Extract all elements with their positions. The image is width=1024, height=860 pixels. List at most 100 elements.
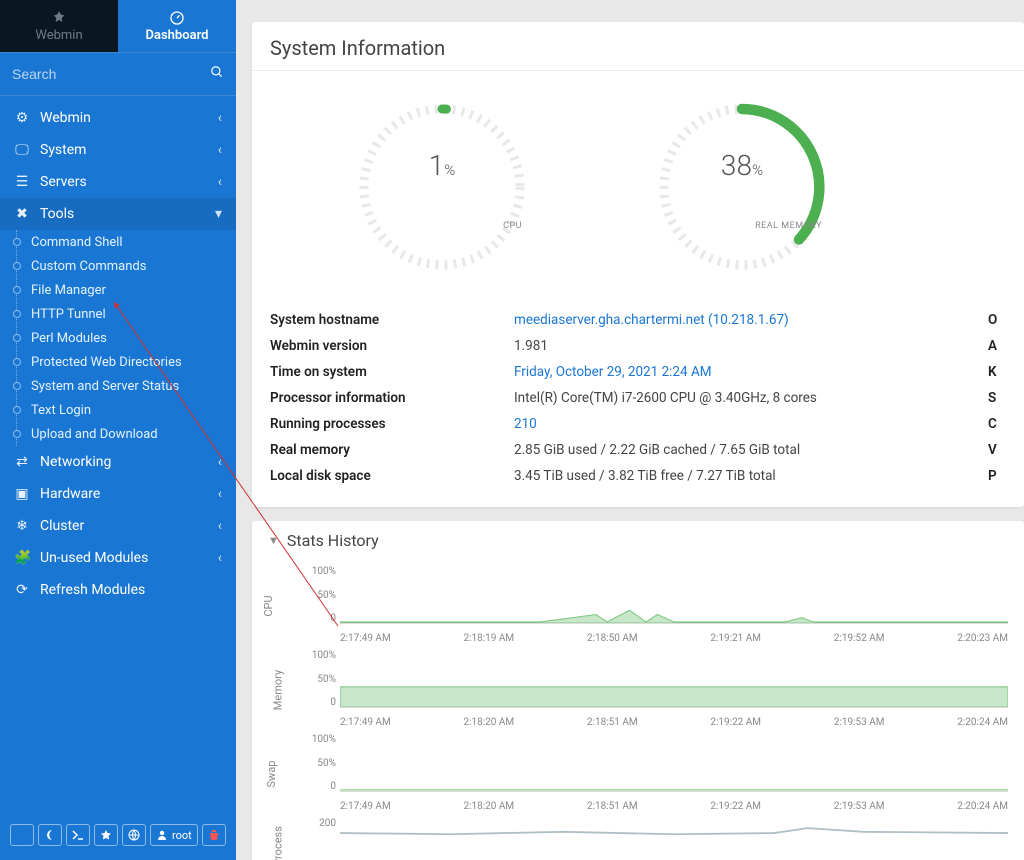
cpu-gauge: 1% CPU: [352, 97, 532, 277]
sidebar-tabs: Webmin Dashboard: [0, 0, 236, 52]
gauges-row: 1% CPU 38% REAL MEMORY: [252, 71, 1024, 303]
main-content: System Information 1% CPU: [236, 0, 1024, 860]
nav-item-refresh-modules[interactable]: ⟳ Refresh Modules: [0, 574, 236, 606]
info-label: Processor information: [270, 390, 514, 406]
info-col2: C: [988, 416, 1006, 432]
info-label: System hostname: [270, 312, 514, 328]
info-value: Intel(R) Core(TM) i7-2600 CPU @ 3.40GHz,…: [514, 390, 817, 406]
info-col2: P: [988, 468, 1006, 484]
search-input[interactable]: [12, 66, 210, 82]
memory-gauge: 38% REAL MEMORY: [652, 97, 832, 277]
info-label: Webmin version: [270, 338, 514, 354]
chart-swap: Swap 100% 50% 0 2:17:49 AM 2:18:20 AM 2:…: [292, 732, 1018, 816]
refresh-icon: ⟳: [14, 582, 30, 598]
nav-item-system[interactable]: 🖵 System ‹: [0, 134, 236, 166]
info-row-processes: Running processes 210 C: [270, 411, 1006, 437]
info-label: Local disk space: [270, 468, 514, 484]
info-row-disk: Local disk space 3.45 TiB used / 3.82 Ti…: [270, 463, 1006, 489]
nav-item-unused-modules[interactable]: 🧩 Un-used Modules ‹: [0, 542, 236, 574]
nav-item-webmin[interactable]: ⚙ Webmin ‹: [0, 102, 236, 134]
disk-icon: ▣: [14, 486, 30, 502]
info-col2: A: [988, 338, 1006, 354]
chevron-left-icon: ‹: [218, 174, 222, 190]
cluster-icon: ❄: [14, 518, 30, 534]
search-bar: [0, 52, 236, 96]
info-row-hostname: System hostname meediaserver.gha.charter…: [270, 307, 1006, 333]
info-label: Running processes: [270, 416, 514, 432]
info-label: Real memory: [270, 442, 514, 458]
panel-title: System Information: [252, 22, 1024, 71]
night-mode-button[interactable]: [38, 824, 62, 846]
puzzle-icon: 🧩: [14, 550, 30, 566]
nav-item-cluster[interactable]: ❄ Cluster ‹: [0, 510, 236, 542]
tab-dashboard[interactable]: Dashboard: [118, 0, 236, 52]
system-information-panel: System Information 1% CPU: [252, 22, 1024, 507]
network-icon: ⇄: [14, 454, 30, 470]
chevron-down-icon: ▾: [215, 206, 222, 222]
y-ticks: 100% 50% 0: [300, 566, 336, 624]
nav-label: Hardware: [40, 486, 100, 502]
sub-item-command-shell[interactable]: Command Shell: [17, 230, 236, 254]
nav-label: Servers: [40, 174, 87, 190]
tools-icon: ✖: [14, 206, 30, 222]
info-value[interactable]: Friday, October 29, 2021 2:24 AM: [514, 364, 712, 380]
stats-history-header[interactable]: ▼ Stats History: [252, 521, 1024, 560]
info-row-processor: Processor information Intel(R) Core(TM) …: [270, 385, 1006, 411]
sub-item-file-manager[interactable]: File Manager: [17, 278, 236, 302]
chevron-left-icon: ‹: [218, 454, 222, 470]
info-row-webmin-version: Webmin version 1.981 A: [270, 333, 1006, 359]
terminal-button[interactable]: [66, 824, 90, 846]
sub-item-custom-commands[interactable]: Custom Commands: [17, 254, 236, 278]
x-ticks: 2:17:49 AM 2:18:20 AM 2:18:51 AM 2:19:22…: [340, 717, 1008, 728]
nav-item-servers[interactable]: ☰ Servers ‹: [0, 166, 236, 198]
info-value: 3.45 TiB used / 3.82 TiB free / 7.27 TiB…: [514, 468, 776, 484]
webmin-logo-icon: [51, 10, 67, 26]
chart-area: [340, 738, 1008, 792]
chart-memory: Memory 100% 50% 0 2:17:49 AM 2:18:20 AM …: [292, 648, 1018, 732]
user-button[interactable]: root: [150, 824, 198, 846]
chevron-left-icon: ‹: [218, 142, 222, 158]
info-col2: S: [988, 390, 1006, 406]
language-button[interactable]: [122, 824, 146, 846]
logout-button[interactable]: [202, 824, 226, 846]
chart-area: [340, 654, 1008, 708]
memory-gauge-label: REAL MEMORY: [755, 221, 822, 231]
info-col2: V: [988, 442, 1006, 458]
nav-label: Cluster: [40, 518, 84, 534]
nav-label: Refresh Modules: [40, 582, 145, 598]
sub-item-perl-modules[interactable]: Perl Modules: [17, 326, 236, 350]
sub-item-upload-and-download[interactable]: Upload and Download: [17, 422, 236, 446]
chevron-left-icon: ‹: [218, 486, 222, 502]
info-col2: O: [988, 312, 1006, 328]
y-ticks: 100% 50% 0: [300, 734, 336, 792]
nav-item-networking[interactable]: ⇄ Networking ‹: [0, 446, 236, 478]
nav-item-hardware[interactable]: ▣ Hardware ‹: [0, 478, 236, 510]
chart-axis-label: CPU: [262, 595, 275, 616]
sub-item-protected-web-directories[interactable]: Protected Web Directories: [17, 350, 236, 374]
gear-icon: ⚙: [14, 110, 30, 126]
chart-cpu: CPU 100% 50% 0 2:17:49 AM 2:18:19 AM 2:1…: [292, 564, 1018, 648]
collapse-sidebar-button[interactable]: [10, 824, 34, 846]
search-icon[interactable]: [210, 65, 224, 83]
info-value[interactable]: 210: [514, 416, 537, 432]
chevron-left-icon: ‹: [218, 550, 222, 566]
tools-submenu: Command Shell Custom Commands File Manag…: [16, 230, 236, 446]
info-value[interactable]: meediaserver.gha.chartermi.net (10.218.1…: [514, 312, 789, 328]
chevron-left-icon: ‹: [218, 518, 222, 534]
gauge-icon: [169, 10, 185, 26]
info-value: 2.85 GiB used / 2.22 GiB cached / 7.65 G…: [514, 442, 800, 458]
y-ticks: 100% 50% 0: [300, 650, 336, 708]
tab-webmin[interactable]: Webmin: [0, 0, 118, 52]
chart-axis-label: Process: [271, 826, 284, 860]
stats-history-panel: ▼ Stats History CPU 100% 50% 0 2:17:49 A…: [252, 521, 1024, 860]
nav-label: System: [40, 142, 86, 158]
nav-label: Networking: [40, 454, 111, 470]
sub-item-system-and-server-status[interactable]: System and Server Status: [17, 374, 236, 398]
sub-item-http-tunnel[interactable]: HTTP Tunnel: [17, 302, 236, 326]
nav-item-tools[interactable]: ✖ Tools ▾: [0, 198, 236, 230]
sub-item-text-login[interactable]: Text Login: [17, 398, 236, 422]
stats-title: Stats History: [287, 531, 379, 550]
favorites-button[interactable]: [94, 824, 118, 846]
sidebar: Webmin Dashboard ⚙ Webmin ‹ 🖵 System ‹ ☰…: [0, 0, 236, 860]
user-icon: [156, 829, 168, 841]
